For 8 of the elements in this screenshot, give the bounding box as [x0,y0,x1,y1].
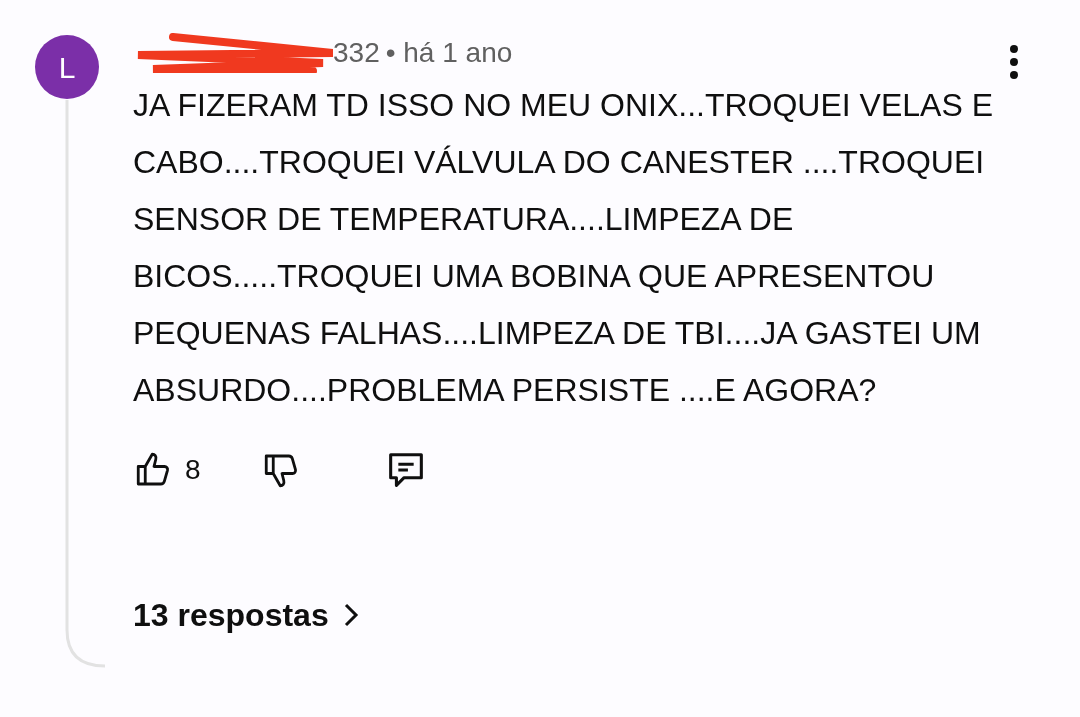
more-vertical-icon [1009,44,1019,80]
user-handle[interactable]: 332 [333,32,380,74]
comment-text: JA FIZERAM TD ISSO NO MEU ONIX...TROQUEI VELAS E CABO....TROQUEI VÁLVULA DO CANESTER ....TROQUEI SENSOR DE TEMPERATURA....LIMPEZA DE BICOS.....TROQUEI UMA BOBINA QUE APRESENTOU PEQUENAS FALHAS....LIMPEZA DE TBI....JA GASTEI UM ABSURDO....PROBLEMA PERSISTE ....E AGORA? [133,86,994,410]
chevron-right-icon [342,602,359,628]
comment-time: • há 1 ano [385,36,513,70]
like-button[interactable]: 8 [133,449,201,491]
replies-link[interactable]: 13 respostas [133,591,359,639]
avatar[interactable]: L [35,35,99,99]
